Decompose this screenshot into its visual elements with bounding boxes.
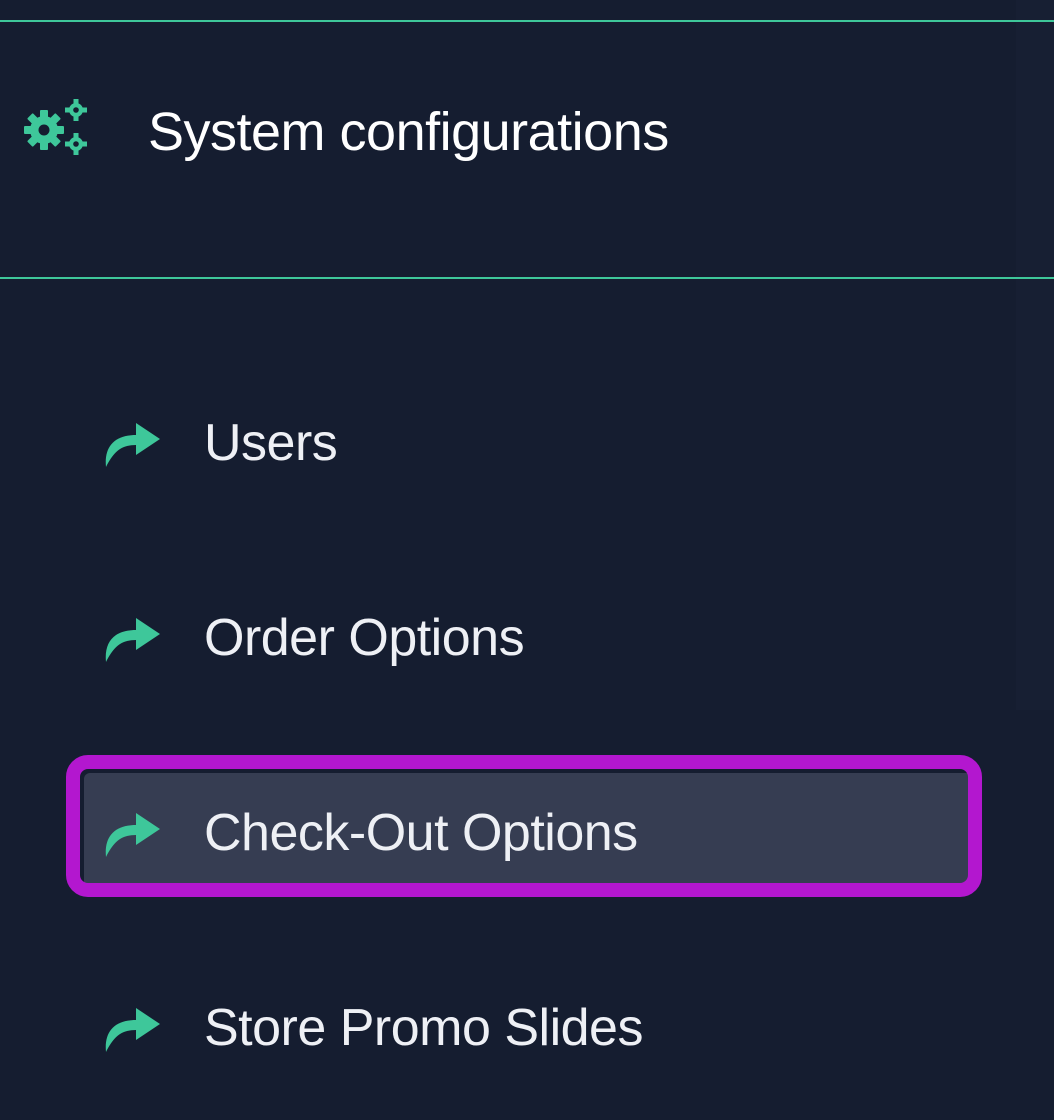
- share-arrow-icon: [105, 1008, 160, 1052]
- menu-item-check-out-options[interactable]: Check-Out Options: [0, 763, 1016, 903]
- share-arrow-icon: [105, 423, 160, 467]
- menu-item-label: Order Options: [204, 609, 525, 667]
- menu-item-store-promo-slides[interactable]: Store Promo Slides: [0, 958, 1016, 1098]
- scroll-track: [1016, 0, 1054, 710]
- share-arrow-icon: [105, 618, 160, 662]
- bottom-divider: [0, 277, 1054, 279]
- menu-item-order-options[interactable]: Order Options: [0, 568, 1016, 708]
- share-arrow-icon: [105, 813, 160, 857]
- menu-item-label: Check-Out Options: [204, 804, 638, 862]
- section-title: System configurations: [148, 102, 669, 162]
- top-divider: [0, 20, 1054, 22]
- cogs-icon: [24, 99, 87, 155]
- sidebar-panel: System configurations Users Order Option…: [0, 0, 1054, 1120]
- menu-item-label: Users: [204, 414, 338, 472]
- menu-item-users[interactable]: Users: [0, 373, 1016, 513]
- menu-item-label: Store Promo Slides: [204, 999, 643, 1057]
